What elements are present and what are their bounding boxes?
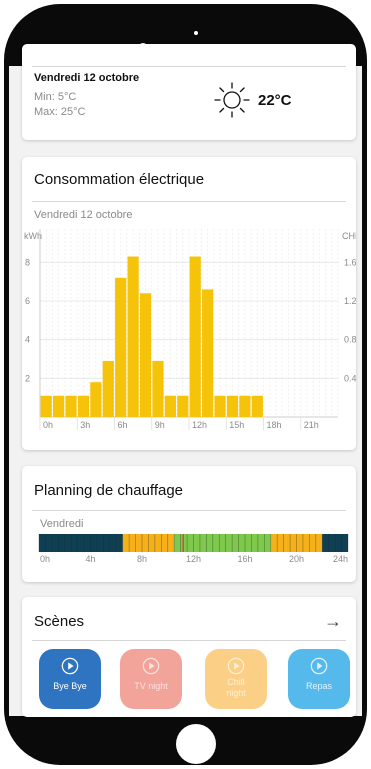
y-tick-label: 4 xyxy=(25,335,30,345)
x-tick-label: 12h xyxy=(192,420,207,430)
scenes-arrow-icon[interactable]: → xyxy=(324,611,342,632)
chart-bar xyxy=(164,395,176,417)
heating-hour-label: 16h xyxy=(237,554,252,564)
scene-button[interactable]: Repas xyxy=(288,649,350,709)
y2-axis-label: CHF xyxy=(342,231,356,241)
scene-label: Chill night xyxy=(226,677,246,698)
chart-bar xyxy=(65,395,77,417)
heating-hour-label: 8h xyxy=(137,554,147,564)
y2-tick-label: 0.4 xyxy=(344,373,356,383)
heating-segment-night xyxy=(39,534,123,552)
x-tick-label: 18h xyxy=(267,420,282,430)
play-icon xyxy=(142,657,160,675)
heating-hour-label: 4h xyxy=(85,554,95,564)
consumption-divider xyxy=(32,201,346,202)
play-icon xyxy=(61,657,79,675)
chart-bar xyxy=(127,256,139,417)
weather-max: Max: 25°C xyxy=(34,106,86,118)
chart-bar xyxy=(90,382,102,417)
chart-bar xyxy=(53,395,65,417)
scene-button[interactable]: Bye Bye xyxy=(39,649,101,709)
heating-schedule[interactable]: 0h 4h 8h 12h 16h 20h 24h xyxy=(22,534,356,582)
heating-hour-label: 0h xyxy=(40,554,50,564)
chart-bar xyxy=(251,395,263,417)
scene-label: Repas xyxy=(305,681,332,691)
y-tick-label: 2 xyxy=(25,373,30,383)
x-tick-label: 15h xyxy=(229,420,244,430)
consumption-card[interactable]: Consommation électrique Vendredi 12 octo… xyxy=(22,157,356,450)
scene-button[interactable]: TV night xyxy=(120,649,182,709)
play-icon xyxy=(310,657,328,675)
scenes-card[interactable]: Scènes → Bye Bye TV night Chill night Repas xyxy=(22,597,356,717)
heating-card[interactable]: Planning de chauffage Vendredi 0h 4h 8h 12h… xyxy=(22,466,356,582)
chart-bar xyxy=(214,395,226,417)
x-tick-label: 3h xyxy=(80,420,90,430)
play-icon xyxy=(227,657,245,675)
x-tick-label: 0h xyxy=(43,420,53,430)
y-axis-label: kWh xyxy=(24,231,42,241)
scene-button[interactable]: Chill night xyxy=(205,649,267,709)
heating-hour-label: 20h xyxy=(289,554,304,564)
scenes-title: Scènes xyxy=(34,613,85,630)
scene-label: TV night xyxy=(134,681,168,691)
weather-min: Min: 5°C xyxy=(34,91,77,103)
chart-bar xyxy=(102,360,114,417)
x-tick-label: 9h xyxy=(155,420,165,430)
heating-segment-comfort xyxy=(174,534,271,552)
consumption-chart: 2 0.4 4 0.8 6 1.2 8 1.6 kWh CHF 0h 3h 6h 9h 12h 15h 18h 2… xyxy=(24,229,356,430)
weather-divider xyxy=(32,66,346,67)
sun-icon xyxy=(214,82,250,118)
heating-hour-label: 12h xyxy=(186,554,201,564)
chart-bar xyxy=(226,395,239,417)
x-tick-label: 21h xyxy=(304,420,319,430)
consumption-title: Consommation électrique xyxy=(34,171,205,188)
weather-card[interactable]: Vendredi 12 octobre Min: 5°C Max: 25°C 2… xyxy=(22,44,356,140)
x-tick-label: 6h xyxy=(118,420,128,430)
y2-tick-label: 1.6 xyxy=(344,257,356,267)
weather-day: Vendredi 12 octobre xyxy=(34,72,140,84)
chart-bar xyxy=(189,256,201,417)
weather-temperature: 22°C xyxy=(258,92,292,109)
chart-bar xyxy=(139,293,152,417)
front-camera xyxy=(194,31,198,35)
heating-title: Planning de chauffage xyxy=(34,482,184,499)
heating-hour-label: 24h xyxy=(333,554,348,564)
y-tick-label: 6 xyxy=(25,296,30,306)
chart-bar xyxy=(239,395,251,417)
chart-bar xyxy=(202,289,214,417)
heating-divider xyxy=(32,510,346,511)
chart-bar xyxy=(115,277,127,417)
heating-day: Vendredi xyxy=(40,518,84,530)
chart-bar xyxy=(40,395,52,417)
scenes-divider xyxy=(32,640,346,641)
y-tick-label: 8 xyxy=(25,257,30,267)
y2-tick-label: 0.8 xyxy=(344,335,356,345)
chart-bar xyxy=(152,360,164,417)
chart-bar xyxy=(77,395,90,417)
chart-bar xyxy=(177,395,189,417)
consumption-date: Vendredi 12 octobre xyxy=(34,209,133,221)
home-button[interactable] xyxy=(176,724,216,764)
y2-tick-label: 1.2 xyxy=(344,296,356,306)
scene-label: Bye Bye xyxy=(53,681,87,691)
